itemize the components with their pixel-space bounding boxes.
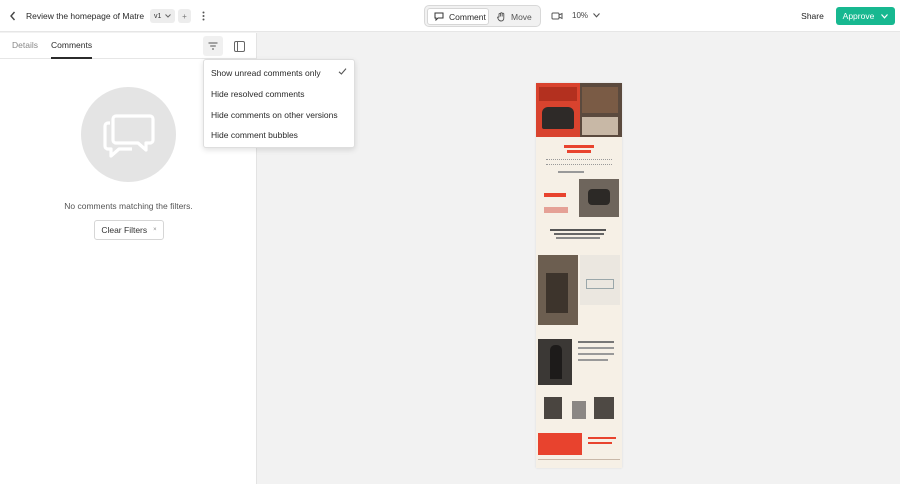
- sidebar-panel-icon: [233, 40, 245, 52]
- filter-option-unread[interactable]: Show unread comments only: [204, 63, 354, 83]
- product-row: [546, 159, 612, 165]
- product-card-1: [544, 397, 562, 419]
- clear-filters-button[interactable]: Clear Filters ×: [94, 220, 164, 240]
- filter-option-label: Hide comment bubbles: [211, 130, 298, 140]
- sidebar-tabs: Details Comments: [0, 33, 257, 59]
- filter-option-label: Hide resolved comments: [211, 89, 305, 99]
- hero-chair: [542, 107, 574, 129]
- filter-option-label: Hide comments on other versions: [211, 110, 338, 120]
- approve-button[interactable]: Approve: [836, 7, 895, 25]
- chevron-down-icon: [881, 13, 889, 19]
- intro-heading-2: [567, 150, 591, 153]
- toggle-panel-button[interactable]: [231, 38, 247, 54]
- filter-option-other-versions[interactable]: Hide comments on other versions: [204, 105, 354, 125]
- footer-text-2: [588, 442, 612, 444]
- filter-option-label: Show unread comments only: [211, 68, 321, 78]
- feature-title: [544, 193, 566, 197]
- story-text-1: [550, 229, 606, 231]
- feature-text: [544, 207, 568, 213]
- more-options-button[interactable]: [197, 8, 209, 24]
- story-text-3: [556, 237, 600, 239]
- close-icon: ×: [153, 227, 157, 233]
- filter-button[interactable]: [203, 36, 223, 56]
- chat-bubbles-icon: [102, 113, 155, 158]
- empty-state-message: No comments matching the filters.: [64, 201, 193, 211]
- designer-figure: [550, 345, 562, 379]
- present-button[interactable]: [551, 10, 563, 22]
- check-icon: [338, 68, 347, 75]
- product-caption: [558, 171, 584, 173]
- empty-state-illustration: [81, 87, 176, 182]
- top-bar: Review the homepage of Matre v1 + Commen…: [0, 0, 900, 32]
- chevron-down-icon: [593, 13, 600, 18]
- chevron-down-icon: [165, 14, 172, 18]
- designer-text-2: [578, 347, 614, 349]
- zoom-control[interactable]: 10%: [572, 11, 600, 20]
- document-title: Review the homepage of Matre: [26, 11, 145, 21]
- tab-details[interactable]: Details: [12, 40, 38, 59]
- present-icon: [551, 12, 563, 20]
- approve-label: Approve: [842, 11, 875, 21]
- filter-icon: [208, 42, 218, 50]
- version-selector[interactable]: v1: [150, 9, 176, 23]
- hero-wordmark: [539, 87, 577, 101]
- share-button[interactable]: Share: [795, 7, 830, 25]
- comment-icon: [434, 12, 444, 21]
- intro-heading: [564, 145, 594, 148]
- chevron-left-icon: [10, 11, 16, 21]
- tab-comments[interactable]: Comments: [51, 40, 93, 59]
- filter-menu: Show unread comments only Hide resolved …: [203, 59, 355, 148]
- photo-left-detail: [546, 273, 568, 313]
- product-card-2: [572, 401, 586, 419]
- photo-right-table: [586, 279, 614, 289]
- hero-photo: [582, 87, 618, 113]
- feature-chair: [588, 189, 610, 205]
- mode-switcher: Comment Move: [424, 5, 541, 27]
- designer-text-1: [578, 341, 614, 343]
- back-button[interactable]: [6, 9, 20, 23]
- footer-text-1: [588, 437, 616, 439]
- product-card-3: [594, 397, 614, 419]
- comment-mode-label: Comment: [449, 11, 486, 22]
- story-text-2: [554, 233, 604, 235]
- version-label: v1: [154, 12, 162, 20]
- move-mode-button[interactable]: Move: [491, 8, 539, 25]
- filter-option-bubbles[interactable]: Hide comment bubbles: [204, 125, 354, 145]
- zoom-level: 10%: [572, 11, 589, 20]
- hand-icon: [497, 11, 505, 21]
- kebab-icon: [202, 11, 204, 21]
- designer-text-3: [578, 353, 614, 355]
- homepage-preview[interactable]: [536, 83, 622, 468]
- filter-option-resolved[interactable]: Hide resolved comments: [204, 84, 354, 104]
- add-version-button[interactable]: +: [178, 9, 191, 23]
- comment-mode-button[interactable]: Comment: [427, 8, 489, 25]
- designer-text-4: [578, 359, 608, 361]
- move-mode-label: Move: [511, 11, 532, 22]
- clear-filters-label: Clear Filters: [101, 225, 148, 235]
- hero-floor: [582, 117, 618, 135]
- footer-wordmark: [538, 433, 582, 455]
- footer-divider: [538, 459, 620, 460]
